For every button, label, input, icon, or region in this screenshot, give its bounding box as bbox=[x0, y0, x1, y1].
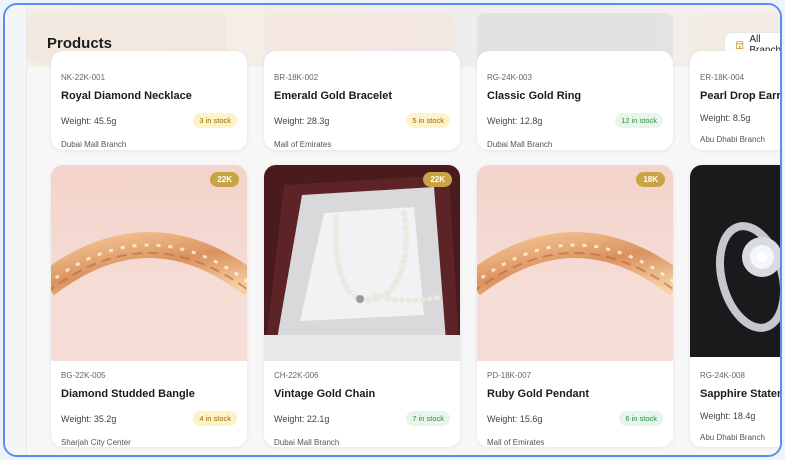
product-weight: Weight: 28.3g bbox=[274, 115, 330, 126]
product-weight: Weight: 12.8g bbox=[487, 115, 543, 126]
product-image-chain: 22K bbox=[264, 165, 460, 361]
product-card[interactable]: RG-24K-008 Sapphire Statement Ring Weigh… bbox=[690, 165, 780, 447]
product-branch: Mall of Emirates bbox=[487, 438, 545, 447]
product-sku: ER-18K-004 bbox=[700, 73, 745, 82]
product-sku: NK-22K-001 bbox=[61, 73, 106, 82]
store-icon bbox=[735, 41, 744, 49]
product-card[interactable]: 18K PD-18K-007 Ruby Gold Pendant Weight:… bbox=[477, 165, 673, 447]
product-branch: Abu Dhabi Branch bbox=[700, 135, 765, 144]
product-weight: Weight: 8.5g bbox=[700, 113, 751, 123]
product-card[interactable]: 22K BG-22K-005 Diamond Studded Bangle We… bbox=[51, 165, 247, 447]
stock-badge: 5 in stock bbox=[406, 113, 450, 128]
product-branch: Mall of Emirates bbox=[274, 140, 332, 149]
product-image-bangle: 22K bbox=[51, 165, 247, 361]
product-sku: RG-24K-008 bbox=[700, 371, 745, 380]
page-title: Products bbox=[47, 35, 113, 52]
karat-badge: 18K bbox=[636, 172, 665, 187]
stock-badge: 4 in stock bbox=[193, 411, 237, 426]
product-sku: BG-22K-005 bbox=[61, 371, 106, 380]
product-name: Emerald Gold Bracelet bbox=[274, 90, 392, 102]
product-card[interactable]: NK-22K-001 Royal Diamond Necklace Weight… bbox=[51, 51, 247, 150]
product-weight: Weight: 22.1g bbox=[274, 413, 330, 424]
product-sku: RG-24K-003 bbox=[487, 73, 532, 82]
stock-badge: 7 in stock bbox=[406, 411, 450, 426]
karat-badge: 22K bbox=[423, 172, 452, 187]
product-branch: Dubai Mall Branch bbox=[61, 140, 127, 149]
product-sku: PD-18K-007 bbox=[487, 371, 532, 380]
product-name: Classic Gold Ring bbox=[487, 90, 582, 102]
karat-badge: 22K bbox=[210, 172, 239, 187]
product-card[interactable]: RG-24K-003 Classic Gold Ring Weight: 12.… bbox=[477, 51, 673, 150]
product-card[interactable]: BR-18K-002 Emerald Gold Bracelet Weight:… bbox=[264, 51, 460, 150]
product-image-pendant: 18K bbox=[477, 165, 673, 361]
product-image-ring bbox=[690, 165, 780, 357]
product-card[interactable]: ER-18K-004 Pearl Drop Earrings Weight: 8… bbox=[690, 51, 780, 150]
product-name: Royal Diamond Necklace bbox=[61, 90, 192, 102]
product-name: Vintage Gold Chain bbox=[274, 388, 376, 400]
products-page: Products All Branches NK-22K-001 Royal D… bbox=[27, 5, 780, 455]
product-branch: Dubai Mall Branch bbox=[487, 140, 553, 149]
product-branch: Sharjah City Center bbox=[61, 438, 131, 447]
app-window: Products All Branches NK-22K-001 Royal D… bbox=[3, 3, 782, 457]
product-branch: Abu Dhabi Branch bbox=[700, 433, 765, 442]
product-name: Pearl Drop Earrings bbox=[700, 90, 780, 102]
product-weight: Weight: 18.4g bbox=[700, 411, 756, 421]
stock-badge: 3 in stock bbox=[193, 113, 237, 128]
product-weight: Weight: 35.2g bbox=[61, 413, 117, 424]
product-name: Sapphire Statement Ring bbox=[700, 388, 780, 400]
product-sku: CH-22K-006 bbox=[274, 371, 319, 380]
product-name: Diamond Studded Bangle bbox=[61, 388, 195, 400]
product-weight: Weight: 15.6g bbox=[487, 413, 543, 424]
stock-badge: 12 in stock bbox=[615, 113, 663, 128]
product-name: Ruby Gold Pendant bbox=[487, 388, 590, 400]
sidebar-edge bbox=[5, 5, 27, 455]
product-sku: BR-18K-002 bbox=[274, 73, 319, 82]
product-branch: Dubai Mall Branch bbox=[274, 438, 340, 447]
product-weight: Weight: 45.5g bbox=[61, 115, 117, 126]
stock-badge: 6 in stock bbox=[619, 411, 663, 426]
product-card[interactable]: 22K CH-22K-006 Vintage Gold Chain Weight… bbox=[264, 165, 460, 447]
